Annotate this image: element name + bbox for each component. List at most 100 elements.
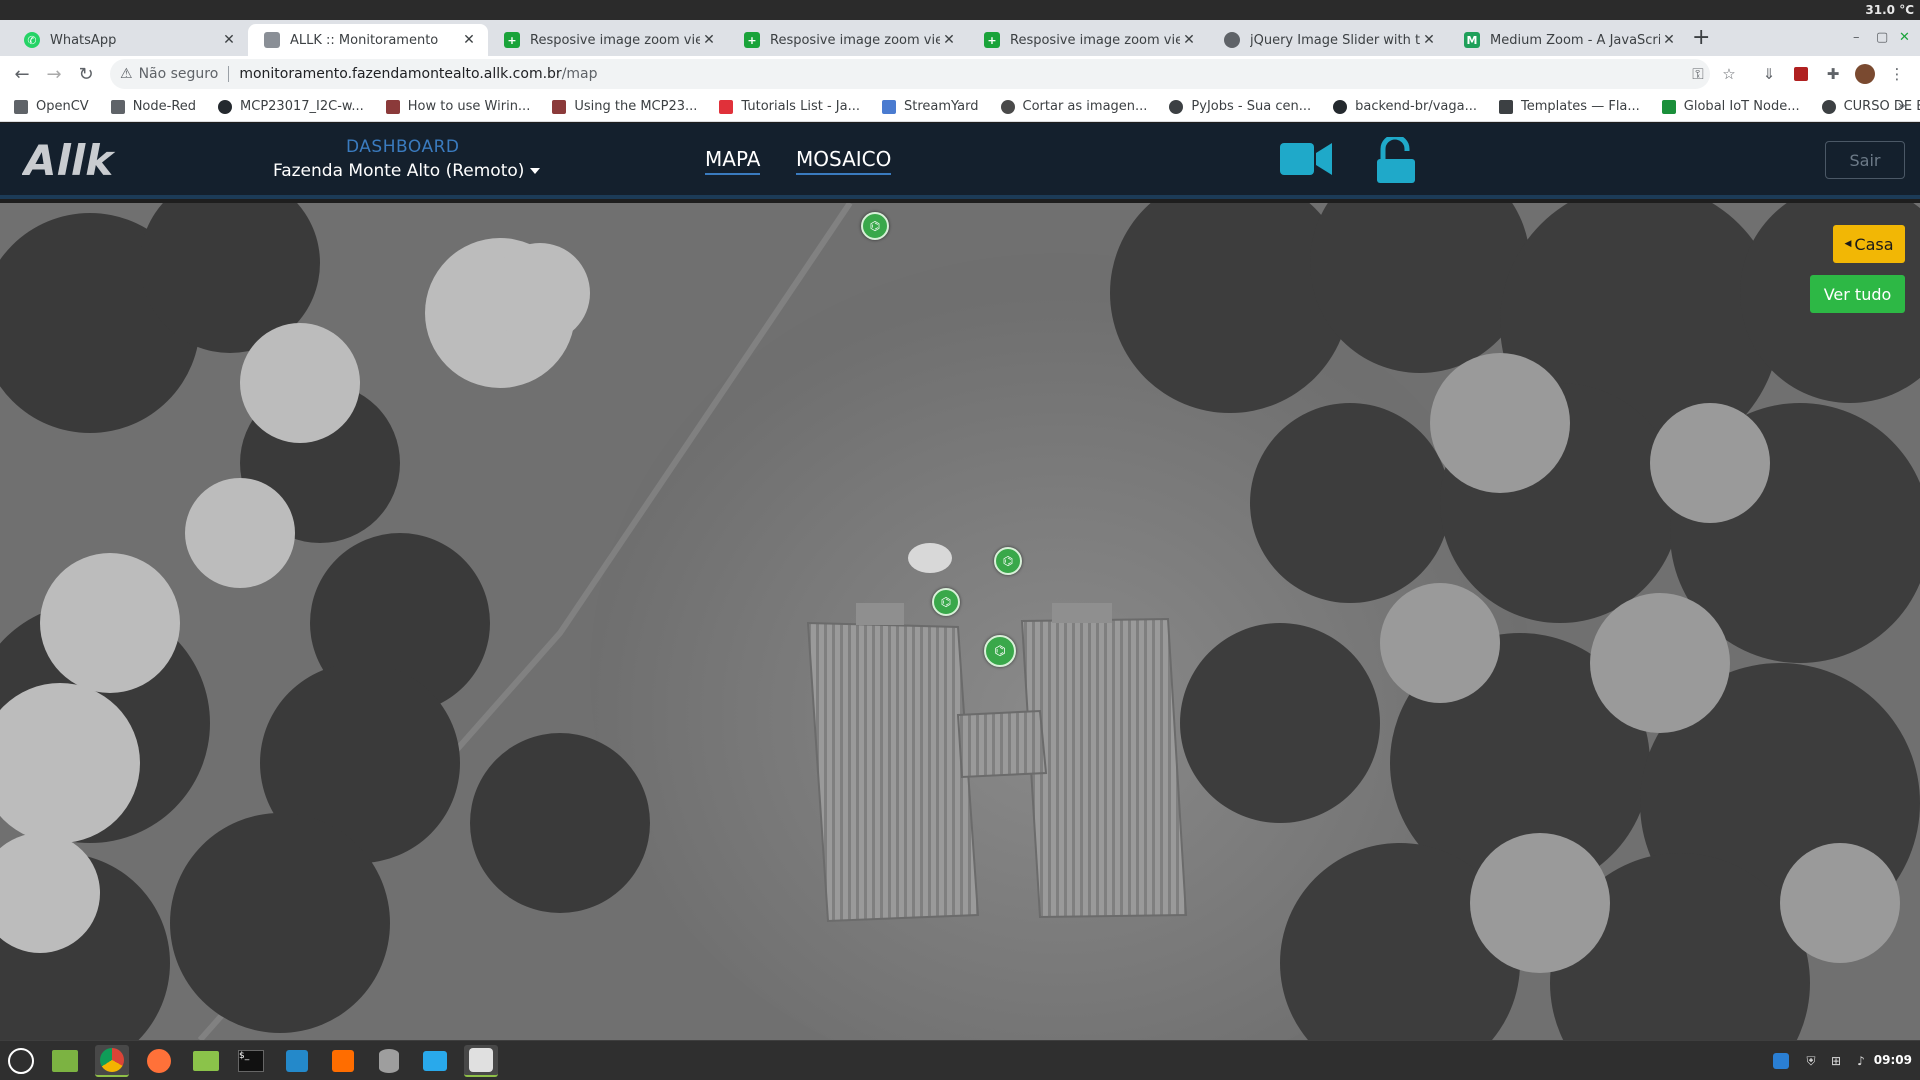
farm-selector[interactable]: Fazenda Monte Alto (Remoto): [273, 161, 541, 181]
view-all-button[interactable]: Ver tudo: [1810, 275, 1905, 313]
divider: [228, 66, 230, 82]
tab-allk-monitoramento[interactable]: ALLK :: Monitoramento ✕: [248, 24, 488, 56]
key-icon[interactable]: ⚿: [1688, 64, 1708, 84]
github-icon: [1333, 99, 1348, 114]
back-icon[interactable]: ←: [10, 62, 34, 86]
bookmark-templates[interactable]: Templates — Fla...: [1498, 99, 1640, 114]
profile-avatar[interactable]: [1855, 64, 1875, 84]
network-icon[interactable]: ⊞: [1827, 1052, 1845, 1070]
close-icon[interactable]: ✕: [700, 32, 718, 48]
logo-text: Allk: [22, 136, 116, 185]
menu-dots-icon[interactable]: ⋮: [1887, 64, 1907, 84]
close-icon[interactable]: ✕: [1180, 32, 1198, 48]
allk-logo[interactable]: Allk: [22, 135, 134, 185]
bookmark-wiring[interactable]: How to use Wirin...: [385, 99, 530, 114]
extension-red-icon[interactable]: [1794, 67, 1808, 81]
globe-icon: [1224, 32, 1240, 48]
bookmark-tutorials[interactable]: Tutorials List - Ja...: [719, 99, 860, 114]
warning-icon[interactable]: ⚠: [120, 66, 133, 82]
cctv-camera-icon: ⌬: [1002, 554, 1014, 568]
star-icon[interactable]: ☆: [1719, 64, 1739, 84]
sublime-icon[interactable]: [326, 1045, 360, 1077]
close-icon[interactable]: ✕: [940, 32, 958, 48]
bookmark-pyjobs[interactable]: PyJobs - Sua cen...: [1169, 99, 1311, 114]
tab-title: Resposive image zoom viewer: [530, 32, 700, 48]
flask-icon: [1498, 99, 1513, 114]
bookmark-label: CURSO DE ELETR...: [1843, 99, 1920, 114]
tab-zoom-viewer-3[interactable]: + Resposive image zoom viewer ✕: [968, 24, 1208, 56]
camera-marker-house-left[interactable]: ⌬: [932, 588, 960, 616]
bookmark-mcp23017[interactable]: MCP23017_I2C-w...: [218, 99, 364, 114]
aerial-map[interactable]: ⌬ ⌬ ⌬ ⌬ ◀ Casa Ver tudo: [0, 203, 1920, 1040]
notification-badge-icon[interactable]: [1772, 1052, 1790, 1070]
close-window-icon[interactable]: ✕: [1899, 30, 1910, 45]
close-icon[interactable]: ✕: [220, 32, 238, 48]
app-header: Allk DASHBOARD Fazenda Monte Alto (Remot…: [0, 123, 1920, 199]
extension-download-icon[interactable]: ⇓: [1759, 64, 1779, 84]
tab-medium-zoom[interactable]: M Medium Zoom - A JavaScript library ✕: [1448, 24, 1688, 56]
tab-zoom-viewer-2[interactable]: + Resposive image zoom viewer ✕: [728, 24, 968, 56]
tab-jquery-slider[interactable]: jQuery Image Slider with touch ✕: [1208, 24, 1448, 56]
close-icon[interactable]: ✕: [1420, 32, 1438, 48]
volume-icon[interactable]: ♪: [1852, 1052, 1870, 1070]
minimize-icon[interactable]: –: [1853, 30, 1860, 45]
unlocked-padlock-icon[interactable]: [1375, 137, 1417, 185]
tab-title: ALLK :: Monitoramento: [290, 32, 439, 48]
nav-mosaico[interactable]: MOSAICO: [796, 147, 892, 175]
puzzle-icon[interactable]: ✚: [1823, 64, 1843, 84]
inkscape-icon[interactable]: [464, 1045, 498, 1077]
bookmark-mcp23[interactable]: Using the MCP23...: [552, 99, 697, 114]
dashboard-label[interactable]: DASHBOARD: [346, 137, 459, 157]
allk-icon: [264, 32, 280, 48]
bookmark-streamyard[interactable]: StreamYard: [881, 99, 979, 114]
chrome-icon[interactable]: [95, 1045, 129, 1077]
bookmark-opencv[interactable]: OpenCV: [14, 99, 89, 114]
bookmarks-overflow-icon[interactable]: »: [1897, 98, 1906, 114]
vscode-icon[interactable]: [280, 1045, 314, 1077]
bookmark-global-iot[interactable]: Global IoT Node...: [1661, 99, 1800, 114]
maximize-icon[interactable]: ▢: [1876, 30, 1888, 45]
video-camera-icon[interactable]: [1280, 141, 1332, 177]
close-icon[interactable]: ✕: [460, 32, 478, 48]
tab-whatsapp[interactable]: ✆ WhatsApp ✕: [8, 24, 248, 56]
bookmark-cortar[interactable]: Cortar as imagen...: [1000, 99, 1148, 114]
whatsapp-icon: ✆: [24, 32, 40, 48]
terminal-icon[interactable]: $_: [234, 1045, 268, 1077]
folder-icon[interactable]: [189, 1045, 223, 1077]
bookmark-node-red[interactable]: Node-Red: [110, 99, 196, 114]
firefox-icon[interactable]: [142, 1045, 176, 1077]
globe-icon: [1169, 99, 1184, 114]
shield-icon[interactable]: ⛨: [1802, 1052, 1820, 1070]
bookmark-label: Global IoT Node...: [1683, 99, 1800, 114]
bookmark-backend-br[interactable]: backend-br/vaga...: [1333, 99, 1477, 114]
address-bar[interactable]: ⚠ Não seguro monitoramento.fazendamontea…: [110, 59, 1710, 89]
new-tab-button[interactable]: +: [1692, 27, 1710, 49]
mint-menu-icon[interactable]: [4, 1045, 38, 1077]
security-label[interactable]: Não seguro: [139, 66, 219, 82]
tab-zoom-viewer-1[interactable]: + Resposive image zoom viewer ✕: [488, 24, 728, 56]
tab-title: Resposive image zoom viewer: [770, 32, 940, 48]
bookmark-label: Tutorials List - Ja...: [741, 99, 860, 114]
cctv-camera-icon: ⌬: [869, 219, 881, 233]
os-taskbar: $_ ⛨ ⊞ ♪ 09:09: [0, 1040, 1920, 1080]
camera-marker-house-south[interactable]: ⌬: [984, 635, 1016, 667]
files-icon[interactable]: [48, 1045, 82, 1077]
camera-marker-north[interactable]: ⌬: [861, 212, 889, 240]
bookmark-label: OpenCV: [36, 99, 89, 114]
nav-mapa[interactable]: MAPA: [705, 147, 761, 175]
reload-icon[interactable]: ↻: [74, 62, 98, 86]
clock[interactable]: 09:09: [1874, 1053, 1912, 1067]
database-icon[interactable]: [372, 1045, 406, 1077]
sigma-icon: [1661, 99, 1676, 114]
close-icon[interactable]: ✕: [1660, 32, 1678, 48]
tab-title: Medium Zoom - A JavaScript library: [1490, 32, 1660, 48]
caret-left-icon: ◀: [1844, 239, 1852, 249]
home-button[interactable]: ◀ Casa: [1833, 225, 1905, 263]
plus-green-icon: +: [504, 32, 520, 48]
bookmark-label: Cortar as imagen...: [1022, 99, 1148, 114]
forward-icon[interactable]: →: [42, 62, 66, 86]
logout-button[interactable]: Sair: [1825, 141, 1905, 179]
bookmark-label: backend-br/vaga...: [1355, 99, 1477, 114]
telegram-icon[interactable]: [418, 1045, 452, 1077]
camera-marker-house-center[interactable]: ⌬: [994, 547, 1022, 575]
